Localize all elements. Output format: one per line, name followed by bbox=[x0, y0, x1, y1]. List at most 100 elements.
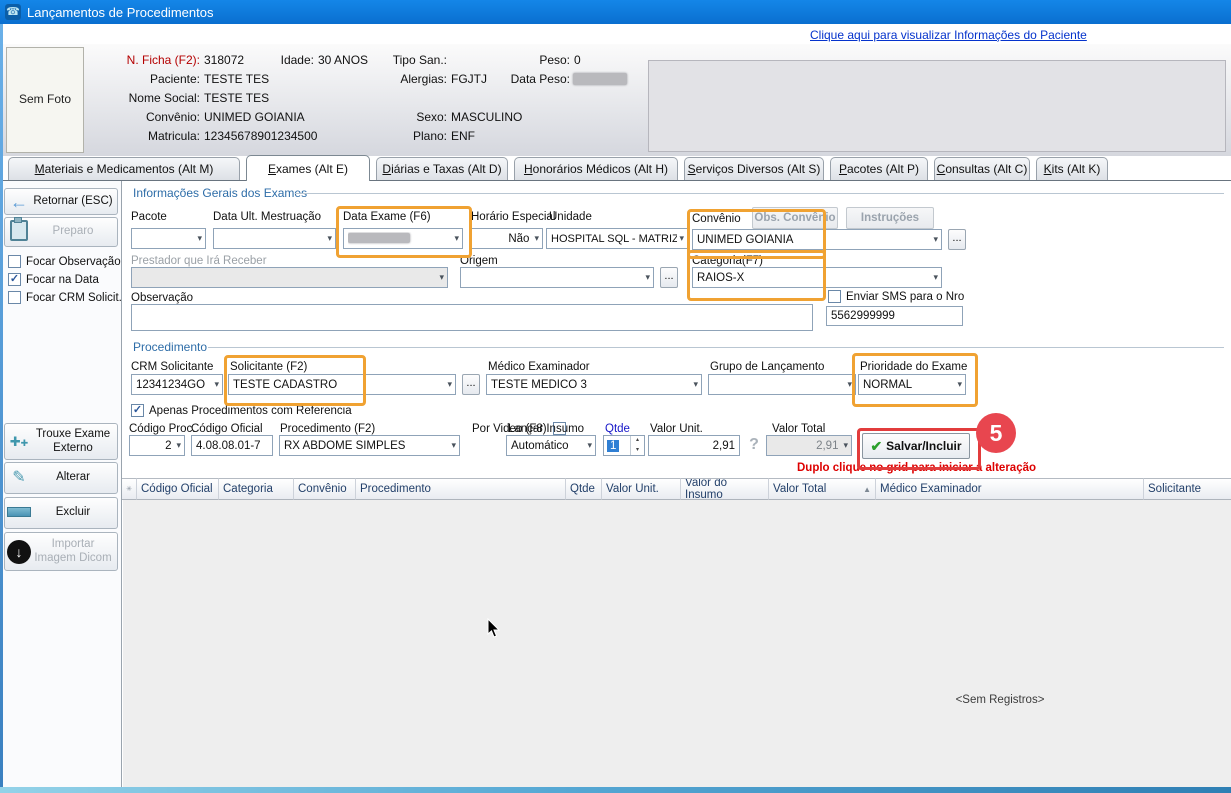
group-rule bbox=[295, 193, 1224, 194]
alterar-button[interactable]: ✎ Alterar bbox=[4, 462, 118, 494]
checkbox-icon: ✓ bbox=[8, 273, 21, 286]
observacao-label: Observação bbox=[131, 292, 193, 304]
enviar-sms-checkbox[interactable]: Enviar SMS para o Nro bbox=[828, 290, 964, 303]
codigo-oficial-input[interactable]: 4.08.08.01-7 bbox=[191, 435, 273, 456]
tab-honorarios[interactable]: Honorários Médicos (Alt H) bbox=[514, 157, 678, 180]
focar-observacao-checkbox[interactable]: Focar Observação bbox=[8, 255, 121, 268]
tab-materiais[interactable]: Materiais e Medicamentos (Alt M) bbox=[8, 157, 240, 180]
instrucoes-button[interactable]: Instruções bbox=[846, 207, 934, 229]
medico-examinador-combo[interactable]: TESTE MEDICO 3▾ bbox=[486, 374, 702, 395]
importar-dicom-label: Importar Imagem Dicom bbox=[33, 538, 117, 564]
matricula-label: Matricula: bbox=[84, 129, 200, 143]
focar-na-data-checkbox[interactable]: ✓ Focar na Data bbox=[8, 273, 99, 286]
sms-number-input[interactable]: 5562999999 bbox=[826, 306, 963, 326]
peso-value: 0 bbox=[574, 53, 581, 67]
tab-label: Consultas (Alt C) bbox=[937, 162, 1028, 176]
nome-social-label: Nome Social: bbox=[84, 91, 200, 105]
focar-crm-checkbox[interactable]: Focar CRM Solicit. bbox=[8, 291, 122, 304]
procedimento-group-title: Procedimento bbox=[133, 340, 207, 354]
chevron-down-icon: ▾ bbox=[957, 379, 962, 390]
origem-combo[interactable]: ▾ bbox=[460, 267, 654, 288]
chevron-down-icon: ▾ bbox=[454, 233, 459, 244]
window-bottom-edge bbox=[0, 787, 1231, 793]
chevron-down-icon: ▾ bbox=[645, 272, 650, 283]
data-ult-combo[interactable]: ▾ bbox=[213, 228, 336, 249]
tab-consultas[interactable]: Consultas (Alt C) bbox=[934, 157, 1030, 180]
salvar-incluir-label: Salvar/Incluir bbox=[886, 439, 961, 453]
data-exame-redacted-value bbox=[348, 233, 410, 243]
tipo-san-label: Tipo San.: bbox=[350, 53, 447, 67]
preparo-label: Preparo bbox=[33, 225, 117, 238]
codigo-proc-combo[interactable]: 2▾ bbox=[129, 435, 185, 456]
valor-unit-label: Valor Unit. bbox=[650, 423, 703, 435]
grid-body[interactable] bbox=[123, 500, 1231, 787]
exams-group-title: Informações Gerais dos Exames bbox=[133, 186, 307, 200]
pacote-combo[interactable]: ▾ bbox=[131, 228, 206, 249]
origem-label: Origem bbox=[460, 255, 498, 267]
apenas-referencia-checkbox[interactable]: ✓ Apenas Procedimentos com Referencia bbox=[131, 404, 352, 417]
grid-header-valor-total[interactable]: Valor Total▲ bbox=[769, 478, 876, 500]
ficha-value[interactable]: 318072 bbox=[204, 53, 244, 67]
checkbox-icon bbox=[8, 291, 21, 304]
grid-header-solicitante[interactable]: Solicitante bbox=[1144, 478, 1231, 500]
grid-header-procedimento[interactable]: Procedimento bbox=[356, 478, 566, 500]
tab-servicos[interactable]: Serviços Diversos (Alt S) bbox=[684, 157, 824, 180]
salvar-incluir-button[interactable]: ✔ Salvar/Incluir bbox=[862, 433, 970, 459]
spin-down-icon[interactable]: ▾ bbox=[631, 446, 644, 456]
unidade-combo[interactable]: HOSPITAL SQL - MATRIZ▾ bbox=[546, 228, 688, 249]
data-exame-combo[interactable]: ▾ bbox=[343, 228, 463, 249]
paciente-value: TESTE TES bbox=[204, 72, 269, 86]
observacao-input[interactable] bbox=[131, 304, 813, 331]
spin-up-icon[interactable]: ▴ bbox=[631, 436, 644, 446]
patient-info-link[interactable]: Clique aqui para visualizar Informações … bbox=[810, 28, 1087, 42]
retornar-button[interactable]: ← Retornar (ESC) bbox=[4, 188, 118, 215]
codigo-oficial-label: Código Oficial bbox=[191, 423, 263, 435]
convenio-ellipsis-button[interactable]: ... bbox=[948, 229, 966, 250]
obs-convenio-button[interactable]: Obs. Convênio bbox=[752, 207, 838, 229]
focar-crm-label: Focar CRM Solicit. bbox=[26, 292, 122, 304]
origem-ellipsis-button[interactable]: ... bbox=[660, 267, 678, 288]
tab-pacotes[interactable]: Pacotes (Alt P) bbox=[830, 157, 928, 180]
qtde-stepper[interactable]: 1 ▴▾ bbox=[603, 435, 645, 456]
tab-exames[interactable]: Exames (Alt E) bbox=[246, 155, 370, 181]
crm-solicitante-label: CRM Solicitante bbox=[131, 361, 213, 373]
convenio-header-label: Convênio: bbox=[84, 110, 200, 124]
title-bar[interactable]: ☎ Lançamentos de Procedimentos bbox=[0, 0, 1231, 24]
grid-header-convenio[interactable]: Convênio bbox=[294, 478, 356, 500]
checkbox-icon bbox=[828, 290, 841, 303]
sexo-label: Sexo: bbox=[350, 110, 447, 124]
excluir-button[interactable]: Excluir bbox=[4, 497, 118, 529]
row-marker-column: ✳ bbox=[122, 478, 137, 500]
solicitante-ellipsis-button[interactable]: ... bbox=[462, 374, 480, 395]
lancar-insumo-combo[interactable]: Automático▾ bbox=[506, 435, 596, 456]
grid-header-medico-examinador[interactable]: Médico Examinador bbox=[876, 478, 1144, 500]
solicitante-combo[interactable]: TESTE CADASTRO▾ bbox=[228, 374, 456, 395]
valor-unit-input[interactable]: 2,91 bbox=[648, 435, 740, 456]
horario-combo[interactable]: Não▾ bbox=[471, 228, 543, 249]
grid-header-valor-insumo[interactable]: Valor do Insumo bbox=[681, 478, 769, 500]
crm-solicitante-combo[interactable]: 12341234GO▾ bbox=[131, 374, 223, 395]
procedimento-combo[interactable]: RX ABDOME SIMPLES▾ bbox=[279, 435, 460, 456]
grid-header-codigo-oficial[interactable]: Código Oficial bbox=[137, 478, 219, 500]
trouxe-exame-button[interactable]: ✚✚ Trouxe Exame Externo bbox=[4, 423, 118, 460]
grupo-lancamento-combo[interactable]: ▾ bbox=[708, 374, 856, 395]
prioridade-combo[interactable]: NORMAL▾ bbox=[858, 374, 966, 395]
paciente-label: Paciente: bbox=[84, 72, 200, 86]
help-icon: ? bbox=[744, 434, 764, 455]
importar-dicom-button[interactable]: ↓ Importar Imagem Dicom bbox=[4, 532, 118, 571]
tab-kits[interactable]: Kits (Alt K) bbox=[1036, 157, 1108, 180]
categoria-combo[interactable]: RAIOS-X▾ bbox=[692, 267, 942, 288]
apenas-referencia-label: Apenas Procedimentos com Referencia bbox=[149, 405, 352, 417]
solicitante-label: Solicitante (F2) bbox=[230, 361, 307, 373]
convenio-combo[interactable]: UNIMED GOIANIA▾ bbox=[692, 229, 942, 250]
grid-header-valor-unit[interactable]: Valor Unit. bbox=[602, 478, 681, 500]
preparo-button[interactable]: Preparo bbox=[4, 217, 118, 247]
grid-header-qtde[interactable]: Qtde bbox=[566, 478, 602, 500]
window-title: Lançamentos de Procedimentos bbox=[27, 5, 213, 20]
chevron-down-icon: ▾ bbox=[847, 379, 852, 390]
grid-header-categoria[interactable]: Categoria bbox=[219, 478, 294, 500]
prestador-combo[interactable]: ▾ bbox=[131, 267, 448, 288]
tab-diarias[interactable]: Diárias e Taxas (Alt D) bbox=[376, 157, 508, 180]
data-exame-label: Data Exame (F6) bbox=[343, 211, 431, 223]
procedures-window: ☎ Lançamentos de Procedimentos Clique aq… bbox=[0, 0, 1231, 793]
